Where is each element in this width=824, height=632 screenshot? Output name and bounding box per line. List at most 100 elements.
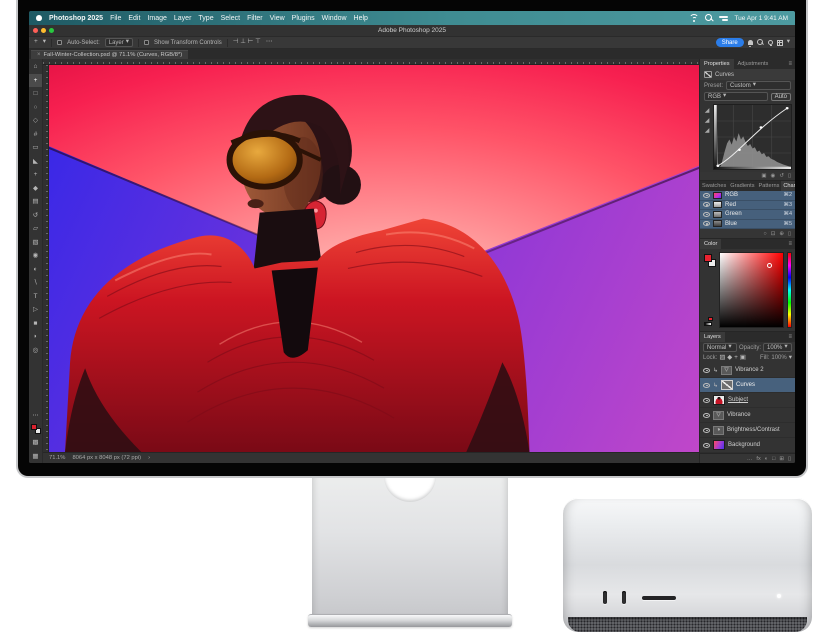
zoom-level[interactable]: 71.1% xyxy=(49,455,65,461)
wifi-icon[interactable] xyxy=(689,14,699,22)
layer-row-brightness-contrast[interactable]: ◑ Brightness/Contrast xyxy=(700,423,795,438)
channel-row-rgb[interactable]: RGB ⌘2 xyxy=(700,191,795,201)
delete-icon[interactable]: ▯ xyxy=(788,173,791,179)
workspace-switcher-icon[interactable] xyxy=(777,40,783,46)
visibility-eye-icon[interactable] xyxy=(703,398,710,403)
black-point-eyedropper-icon[interactable]: ◢ xyxy=(705,107,710,114)
delete-channel-icon[interactable]: ▯ xyxy=(788,231,791,237)
lasso-tool-icon[interactable]: ○ xyxy=(29,101,42,115)
opacity-dropdown[interactable]: 100% ▾ xyxy=(763,343,792,352)
delete-layer-icon[interactable]: ▯ xyxy=(788,456,791,462)
menu-window[interactable]: Window xyxy=(322,15,347,22)
layer-row-curves[interactable]: ↳ Curves xyxy=(700,378,795,393)
layer-name[interactable]: Curves xyxy=(736,382,755,388)
visibility-eye-icon[interactable] xyxy=(703,368,710,373)
foreground-color-swatch[interactable] xyxy=(704,254,712,262)
menu-help[interactable]: Help xyxy=(354,15,368,22)
panel-menu-icon[interactable]: ≡ xyxy=(785,59,795,69)
layer-name[interactable]: Background xyxy=(728,442,760,448)
layer-row-vibrance[interactable]: ▽ Vibrance xyxy=(700,408,795,423)
visibility-eye-icon[interactable] xyxy=(703,193,710,198)
menu-file[interactable]: File xyxy=(110,15,121,22)
menu-layer[interactable]: Layer xyxy=(174,15,192,22)
auto-select-dropdown[interactable]: Layer ▾ xyxy=(105,38,133,47)
link-layers-icon[interactable]: … xyxy=(747,456,753,462)
blend-mode-dropdown[interactable]: Normal ▾ xyxy=(703,343,737,352)
move-tool-preset-icon[interactable]: + xyxy=(34,39,38,46)
foreground-color-swatch[interactable] xyxy=(31,424,37,430)
frame-tool-icon[interactable]: ▭ xyxy=(29,141,42,155)
discover-lightbulb-icon[interactable] xyxy=(768,40,773,45)
marquee-tool-icon[interactable]: □ xyxy=(29,87,42,101)
layer-name[interactable]: Vibrance xyxy=(727,412,751,418)
menu-select[interactable]: Select xyxy=(221,15,240,22)
tab-color[interactable]: Color xyxy=(700,239,721,249)
document-info[interactable]: 8064 px x 8048 px (72 ppi) xyxy=(72,455,141,461)
lock-icons[interactable]: ▨ ◆ + ▣ xyxy=(719,355,746,362)
visibility-eye-icon[interactable] xyxy=(703,221,710,226)
healing-tool-icon[interactable]: + xyxy=(29,168,42,182)
layer-name[interactable]: Subject xyxy=(728,397,748,403)
tool-preset-chevron-icon[interactable]: ▾ xyxy=(43,39,46,46)
share-button[interactable]: Share xyxy=(716,38,744,47)
save-selection-icon[interactable]: ⊡ xyxy=(771,231,776,237)
app-search-icon[interactable] xyxy=(757,39,764,46)
curves-grid[interactable] xyxy=(713,104,792,170)
document-tab[interactable]: × Fall-Winter-Collection.psd @ 71.1% (Cu… xyxy=(31,50,188,59)
screen-mode-icon[interactable]: ▦ xyxy=(29,450,42,464)
curves-plot[interactable] xyxy=(714,105,791,169)
auto-select-checkbox[interactable] xyxy=(57,40,62,45)
photoshop-canvas[interactable] xyxy=(49,65,699,452)
canvas-image[interactable] xyxy=(49,65,699,452)
status-chevron-icon[interactable]: › xyxy=(148,455,150,461)
menu-bar-clock[interactable]: Tue Apr 1 9:41 AM xyxy=(734,15,788,22)
control-center-icon[interactable] xyxy=(719,15,728,22)
curve-point[interactable] xyxy=(716,165,719,167)
eraser-tool-icon[interactable]: ▱ xyxy=(29,222,42,236)
tab-properties[interactable]: Properties xyxy=(700,59,734,69)
crop-tool-icon[interactable]: # xyxy=(29,128,42,142)
menu-view[interactable]: View xyxy=(270,15,285,22)
brush-tool-icon[interactable]: ◆ xyxy=(29,182,42,196)
tab-patterns[interactable]: Patterns xyxy=(757,181,782,191)
auto-button[interactable]: Auto xyxy=(771,93,791,101)
clone-stamp-tool-icon[interactable]: ▤ xyxy=(29,195,42,209)
more-options-icon[interactable]: ⋯ xyxy=(266,39,273,46)
channel-dropdown[interactable]: RGB ▾ xyxy=(704,92,768,101)
menu-photoshop[interactable]: Photoshop 2025 xyxy=(49,15,103,22)
apple-logo-icon[interactable] xyxy=(36,15,42,21)
menu-edit[interactable]: Edit xyxy=(128,15,140,22)
layer-row-background[interactable]: Background xyxy=(700,438,795,453)
grayscale-ramp[interactable] xyxy=(704,322,712,326)
visibility-eye-icon[interactable] xyxy=(703,202,710,207)
curve-point[interactable] xyxy=(738,149,741,151)
tab-swatches[interactable]: Swatches xyxy=(700,181,728,191)
tab-channels[interactable]: Channels xyxy=(781,181,795,191)
gray-point-eyedropper-icon[interactable]: ◢ xyxy=(705,117,710,124)
layer-effects-icon[interactable]: fx xyxy=(756,456,760,462)
path-select-tool-icon[interactable]: ▷ xyxy=(29,303,42,317)
align-buttons[interactable]: ⊣ ⊥ ⊢ ⊤ xyxy=(233,39,261,46)
show-transform-checkbox[interactable] xyxy=(144,40,149,45)
adjustment-layer-button-icon[interactable]: ◐ xyxy=(765,456,768,462)
search-icon[interactable] xyxy=(705,14,713,22)
channel-row-red[interactable]: Red ⌘3 xyxy=(700,201,795,211)
reset-icon[interactable]: ↺ xyxy=(779,173,784,179)
zoom-tool-icon[interactable]: ◎ xyxy=(29,344,42,358)
panel-menu-icon[interactable]: ≡ xyxy=(785,239,795,249)
new-channel-icon[interactable]: ⊕ xyxy=(779,231,784,237)
layer-name[interactable]: Vibrance 2 xyxy=(735,367,764,373)
layer-name[interactable]: Brightness/Contrast xyxy=(727,427,780,433)
new-layer-icon[interactable]: ⊞ xyxy=(779,456,784,462)
hue-slider[interactable] xyxy=(787,252,792,328)
color-picker-ring[interactable] xyxy=(767,263,772,268)
close-tab-icon[interactable]: × xyxy=(37,52,41,58)
menu-image[interactable]: Image xyxy=(147,15,166,22)
quick-mask-icon[interactable]: ▩ xyxy=(29,436,42,450)
menu-filter[interactable]: Filter xyxy=(247,15,263,22)
tab-adjustments[interactable]: Adjustments xyxy=(734,59,773,69)
quick-select-tool-icon[interactable]: ◇ xyxy=(29,114,42,128)
foreground-background-swatches[interactable] xyxy=(31,424,41,434)
gradient-tool-icon[interactable]: ▧ xyxy=(29,236,42,250)
menu-type[interactable]: Type xyxy=(198,15,213,22)
